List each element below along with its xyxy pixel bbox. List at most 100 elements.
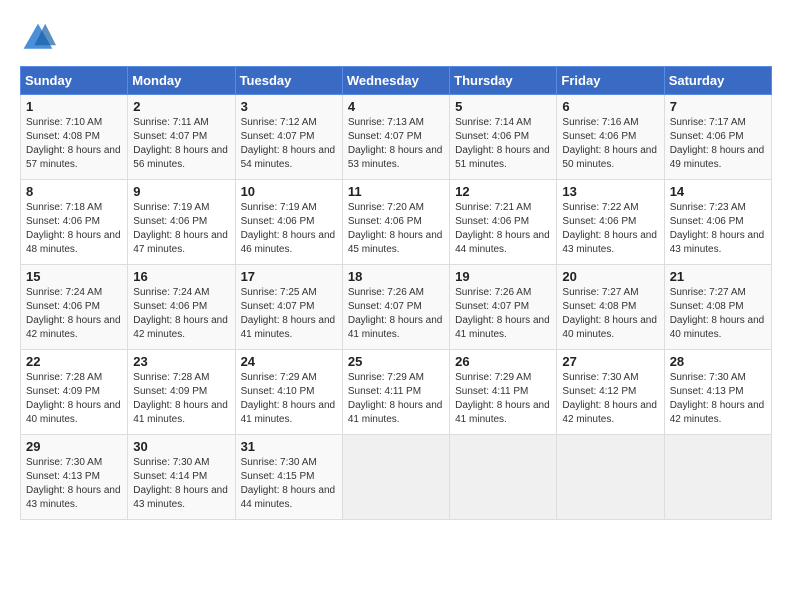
day-cell: 26 Sunrise: 7:29 AM Sunset: 4:11 PM Dayl…	[450, 350, 557, 435]
page-header	[20, 20, 772, 56]
week-row-5: 29 Sunrise: 7:30 AM Sunset: 4:13 PM Dayl…	[21, 435, 772, 520]
day-number: 20	[562, 269, 658, 284]
day-cell: 19 Sunrise: 7:26 AM Sunset: 4:07 PM Dayl…	[450, 265, 557, 350]
day-number: 25	[348, 354, 444, 369]
day-info: Sunrise: 7:19 AM Sunset: 4:06 PM Dayligh…	[241, 201, 337, 257]
day-number: 4	[348, 99, 444, 114]
day-cell: 10 Sunrise: 7:19 AM Sunset: 4:06 PM Dayl…	[235, 180, 342, 265]
day-cell: 25 Sunrise: 7:29 AM Sunset: 4:11 PM Dayl…	[342, 350, 449, 435]
day-info: Sunrise: 7:29 AM Sunset: 4:10 PM Dayligh…	[241, 371, 337, 427]
weekday-header-monday: Monday	[128, 67, 235, 95]
day-number: 16	[133, 269, 229, 284]
day-number: 19	[455, 269, 551, 284]
day-cell: 27 Sunrise: 7:30 AM Sunset: 4:12 PM Dayl…	[557, 350, 664, 435]
day-number: 8	[26, 184, 122, 199]
day-info: Sunrise: 7:27 AM Sunset: 4:08 PM Dayligh…	[562, 286, 658, 342]
day-cell	[450, 435, 557, 520]
day-number: 31	[241, 439, 337, 454]
day-info: Sunrise: 7:30 AM Sunset: 4:13 PM Dayligh…	[670, 371, 766, 427]
day-cell: 29 Sunrise: 7:30 AM Sunset: 4:13 PM Dayl…	[21, 435, 128, 520]
day-number: 15	[26, 269, 122, 284]
day-cell	[342, 435, 449, 520]
day-cell: 6 Sunrise: 7:16 AM Sunset: 4:06 PM Dayli…	[557, 95, 664, 180]
day-number: 14	[670, 184, 766, 199]
weekday-header-row: SundayMondayTuesdayWednesdayThursdayFrid…	[21, 67, 772, 95]
day-cell: 21 Sunrise: 7:27 AM Sunset: 4:08 PM Dayl…	[664, 265, 771, 350]
day-info: Sunrise: 7:19 AM Sunset: 4:06 PM Dayligh…	[133, 201, 229, 257]
day-info: Sunrise: 7:24 AM Sunset: 4:06 PM Dayligh…	[133, 286, 229, 342]
day-info: Sunrise: 7:10 AM Sunset: 4:08 PM Dayligh…	[26, 116, 122, 172]
day-number: 9	[133, 184, 229, 199]
week-row-4: 22 Sunrise: 7:28 AM Sunset: 4:09 PM Dayl…	[21, 350, 772, 435]
day-cell: 11 Sunrise: 7:20 AM Sunset: 4:06 PM Dayl…	[342, 180, 449, 265]
day-number: 27	[562, 354, 658, 369]
day-cell: 5 Sunrise: 7:14 AM Sunset: 4:06 PM Dayli…	[450, 95, 557, 180]
day-info: Sunrise: 7:23 AM Sunset: 4:06 PM Dayligh…	[670, 201, 766, 257]
day-number: 6	[562, 99, 658, 114]
day-number: 29	[26, 439, 122, 454]
day-cell: 31 Sunrise: 7:30 AM Sunset: 4:15 PM Dayl…	[235, 435, 342, 520]
day-number: 13	[562, 184, 658, 199]
weekday-header-thursday: Thursday	[450, 67, 557, 95]
day-cell: 13 Sunrise: 7:22 AM Sunset: 4:06 PM Dayl…	[557, 180, 664, 265]
day-number: 1	[26, 99, 122, 114]
day-number: 5	[455, 99, 551, 114]
day-info: Sunrise: 7:28 AM Sunset: 4:09 PM Dayligh…	[26, 371, 122, 427]
weekday-header-tuesday: Tuesday	[235, 67, 342, 95]
day-cell: 3 Sunrise: 7:12 AM Sunset: 4:07 PM Dayli…	[235, 95, 342, 180]
day-number: 10	[241, 184, 337, 199]
day-info: Sunrise: 7:21 AM Sunset: 4:06 PM Dayligh…	[455, 201, 551, 257]
day-number: 28	[670, 354, 766, 369]
day-number: 21	[670, 269, 766, 284]
day-number: 7	[670, 99, 766, 114]
day-info: Sunrise: 7:22 AM Sunset: 4:06 PM Dayligh…	[562, 201, 658, 257]
day-number: 18	[348, 269, 444, 284]
day-cell: 2 Sunrise: 7:11 AM Sunset: 4:07 PM Dayli…	[128, 95, 235, 180]
weekday-header-friday: Friday	[557, 67, 664, 95]
weekday-header-saturday: Saturday	[664, 67, 771, 95]
day-number: 26	[455, 354, 551, 369]
day-number: 12	[455, 184, 551, 199]
day-number: 3	[241, 99, 337, 114]
day-cell: 16 Sunrise: 7:24 AM Sunset: 4:06 PM Dayl…	[128, 265, 235, 350]
day-info: Sunrise: 7:30 AM Sunset: 4:14 PM Dayligh…	[133, 456, 229, 512]
day-cell: 15 Sunrise: 7:24 AM Sunset: 4:06 PM Dayl…	[21, 265, 128, 350]
day-info: Sunrise: 7:20 AM Sunset: 4:06 PM Dayligh…	[348, 201, 444, 257]
day-info: Sunrise: 7:18 AM Sunset: 4:06 PM Dayligh…	[26, 201, 122, 257]
day-cell: 24 Sunrise: 7:29 AM Sunset: 4:10 PM Dayl…	[235, 350, 342, 435]
day-number: 30	[133, 439, 229, 454]
week-row-3: 15 Sunrise: 7:24 AM Sunset: 4:06 PM Dayl…	[21, 265, 772, 350]
day-info: Sunrise: 7:24 AM Sunset: 4:06 PM Dayligh…	[26, 286, 122, 342]
day-cell: 4 Sunrise: 7:13 AM Sunset: 4:07 PM Dayli…	[342, 95, 449, 180]
day-info: Sunrise: 7:29 AM Sunset: 4:11 PM Dayligh…	[348, 371, 444, 427]
day-info: Sunrise: 7:28 AM Sunset: 4:09 PM Dayligh…	[133, 371, 229, 427]
day-cell: 20 Sunrise: 7:27 AM Sunset: 4:08 PM Dayl…	[557, 265, 664, 350]
day-info: Sunrise: 7:25 AM Sunset: 4:07 PM Dayligh…	[241, 286, 337, 342]
day-cell: 14 Sunrise: 7:23 AM Sunset: 4:06 PM Dayl…	[664, 180, 771, 265]
day-cell: 8 Sunrise: 7:18 AM Sunset: 4:06 PM Dayli…	[21, 180, 128, 265]
day-cell	[557, 435, 664, 520]
calendar-table: SundayMondayTuesdayWednesdayThursdayFrid…	[20, 66, 772, 520]
day-info: Sunrise: 7:30 AM Sunset: 4:12 PM Dayligh…	[562, 371, 658, 427]
day-cell	[664, 435, 771, 520]
weekday-header-wednesday: Wednesday	[342, 67, 449, 95]
day-info: Sunrise: 7:11 AM Sunset: 4:07 PM Dayligh…	[133, 116, 229, 172]
day-cell: 9 Sunrise: 7:19 AM Sunset: 4:06 PM Dayli…	[128, 180, 235, 265]
day-cell: 23 Sunrise: 7:28 AM Sunset: 4:09 PM Dayl…	[128, 350, 235, 435]
logo-icon	[20, 20, 56, 56]
day-number: 23	[133, 354, 229, 369]
day-info: Sunrise: 7:17 AM Sunset: 4:06 PM Dayligh…	[670, 116, 766, 172]
day-cell: 1 Sunrise: 7:10 AM Sunset: 4:08 PM Dayli…	[21, 95, 128, 180]
day-cell: 18 Sunrise: 7:26 AM Sunset: 4:07 PM Dayl…	[342, 265, 449, 350]
day-cell: 12 Sunrise: 7:21 AM Sunset: 4:06 PM Dayl…	[450, 180, 557, 265]
day-info: Sunrise: 7:14 AM Sunset: 4:06 PM Dayligh…	[455, 116, 551, 172]
day-info: Sunrise: 7:27 AM Sunset: 4:08 PM Dayligh…	[670, 286, 766, 342]
day-number: 22	[26, 354, 122, 369]
week-row-1: 1 Sunrise: 7:10 AM Sunset: 4:08 PM Dayli…	[21, 95, 772, 180]
day-cell: 28 Sunrise: 7:30 AM Sunset: 4:13 PM Dayl…	[664, 350, 771, 435]
day-info: Sunrise: 7:26 AM Sunset: 4:07 PM Dayligh…	[455, 286, 551, 342]
day-number: 24	[241, 354, 337, 369]
day-info: Sunrise: 7:30 AM Sunset: 4:13 PM Dayligh…	[26, 456, 122, 512]
week-row-2: 8 Sunrise: 7:18 AM Sunset: 4:06 PM Dayli…	[21, 180, 772, 265]
day-info: Sunrise: 7:29 AM Sunset: 4:11 PM Dayligh…	[455, 371, 551, 427]
